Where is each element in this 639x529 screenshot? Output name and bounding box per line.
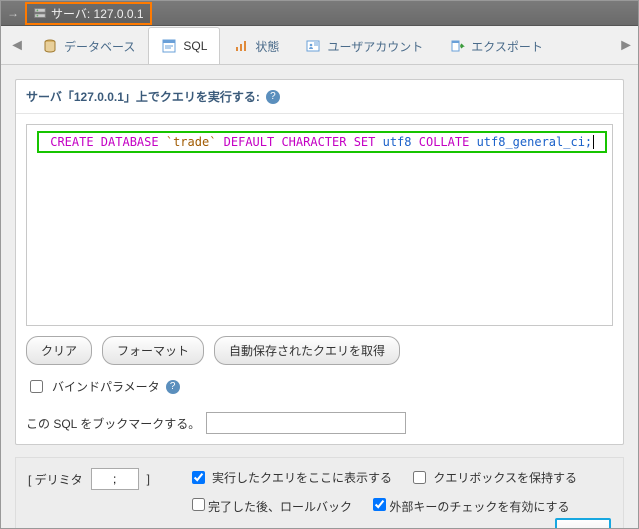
tab-sql[interactable]: SQL [148,27,220,64]
show-query-label: 実行したクエリをここに表示する [212,469,392,486]
footer-panel: [ デリミタ ] 実行したクエリをここに表示する クエリボックスを保持する 完了… [15,457,624,529]
export-icon [449,38,465,54]
breadcrumb-server-label: サーバ: 127.0.0.1 [51,5,144,22]
tab-label: データベース [64,38,135,55]
show-query-option[interactable]: 実行したクエリをここに表示する [188,468,392,487]
tabbar: ◄ データベース SQL 状態 ユーザアカウント エクスポート ► [1,26,638,65]
sql-token: `trade` [166,135,217,149]
clear-button[interactable]: クリア [26,336,92,365]
breadcrumb-arrow-icon: → [7,6,19,20]
bookmark-input[interactable] [206,412,406,434]
fk-check-label: 外部キーのチェックを有効にする [389,500,569,514]
rollback-checkbox[interactable] [192,498,205,511]
status-icon [233,38,249,54]
users-icon [305,38,321,54]
tab-label: エクスポート [471,38,543,55]
tab-export[interactable]: エクスポート [436,27,556,64]
sql-editor[interactable]: CREATE DATABASE `trade` DEFAULT CHARACTE… [26,124,613,326]
get-saved-query-button[interactable]: 自動保存されたクエリを取得 [214,336,400,365]
sql-token: COLLATE [419,135,470,149]
help-icon[interactable]: ? [166,380,180,394]
retain-box-label: クエリボックスを保持する [433,469,577,486]
sql-token: CREATE DATABASE [50,135,158,149]
retain-box-option[interactable]: クエリボックスを保持する [409,468,577,487]
delimiter-label-close: ] [147,472,150,486]
fk-check-checkbox[interactable] [373,498,386,511]
delimiter-input[interactable] [91,468,139,490]
server-icon [33,6,47,20]
tab-user-accounts[interactable]: ユーザアカウント [292,27,436,64]
breadcrumb-server[interactable]: サーバ: 127.0.0.1 [25,2,152,25]
show-query-checkbox[interactable] [192,471,205,484]
tab-label: 状態 [255,38,279,55]
fk-check-option[interactable]: 外部キーのチェックを有効にする [369,500,569,514]
help-icon[interactable]: ? [266,90,280,104]
sql-icon [161,38,177,54]
sql-token: DEFAULT CHARACTER SET [224,135,376,149]
sql-panel: サーバ「127.0.0.1」上でクエリを実行する: ? CREATE DATAB… [15,79,624,445]
tab-label: ユーザアカウント [327,38,423,55]
rollback-option[interactable]: 完了した後、ロールバック [188,500,352,514]
tab-label: SQL [183,39,207,53]
database-icon [42,38,58,54]
format-button[interactable]: フォーマット [102,336,204,365]
sql-token: utf8 [383,135,412,149]
tab-scroll-right[interactable]: ► [614,28,638,64]
retain-box-checkbox[interactable] [413,471,426,484]
sql-token: utf8_general_ci; [477,135,593,149]
execute-button[interactable]: 実行 [555,518,611,529]
delimiter-label-open: [ デリミタ [28,471,83,488]
bind-params-label: バインドパラメータ [52,378,160,395]
bind-params-checkbox[interactable] [30,380,43,393]
tab-scroll-left[interactable]: ◄ [5,28,29,64]
rollback-label: 完了した後、ロールバック [208,500,352,514]
tab-status[interactable]: 状態 [220,27,292,64]
panel-title: サーバ「127.0.0.1」上でクエリを実行する: [26,88,260,105]
bookmark-label: この SQL をブックマークする。 [26,415,200,432]
breadcrumb: → サーバ: 127.0.0.1 [1,1,638,26]
tab-databases[interactable]: データベース [29,27,148,64]
